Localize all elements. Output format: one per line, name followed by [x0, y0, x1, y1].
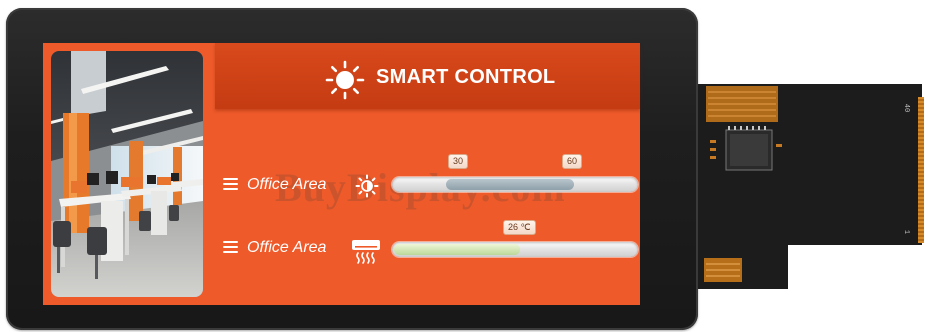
row-label-office-area-2: Office Area — [247, 239, 327, 256]
brightness-min-marker[interactable]: 30 — [448, 154, 469, 169]
temperature-slider[interactable] — [392, 242, 638, 257]
fpc-gold-fingers — [918, 97, 924, 243]
fpc-pin-label-1: 1 — [902, 229, 911, 235]
brightness-icon — [355, 174, 379, 198]
menu-icon[interactable] — [223, 178, 238, 190]
brightness-slider[interactable] — [392, 177, 638, 192]
sun-icon — [325, 60, 365, 100]
brightness-slider-fill — [446, 179, 574, 190]
air-conditioner-icon — [352, 240, 380, 264]
page-title: SMART CONTROL — [376, 66, 556, 88]
office-photo-image — [51, 51, 203, 297]
temperature-marker[interactable]: 26 ℃ — [503, 220, 536, 235]
brightness-max-marker[interactable]: 60 — [562, 154, 583, 169]
fpc-pin-label-40: 40 — [902, 103, 911, 113]
office-photo — [51, 51, 203, 297]
row-label-office-area-1: Office Area — [247, 176, 327, 193]
menu-icon[interactable] — [223, 241, 238, 253]
fpc-circuit — [704, 86, 782, 282]
temperature-slider-fill — [394, 244, 520, 255]
